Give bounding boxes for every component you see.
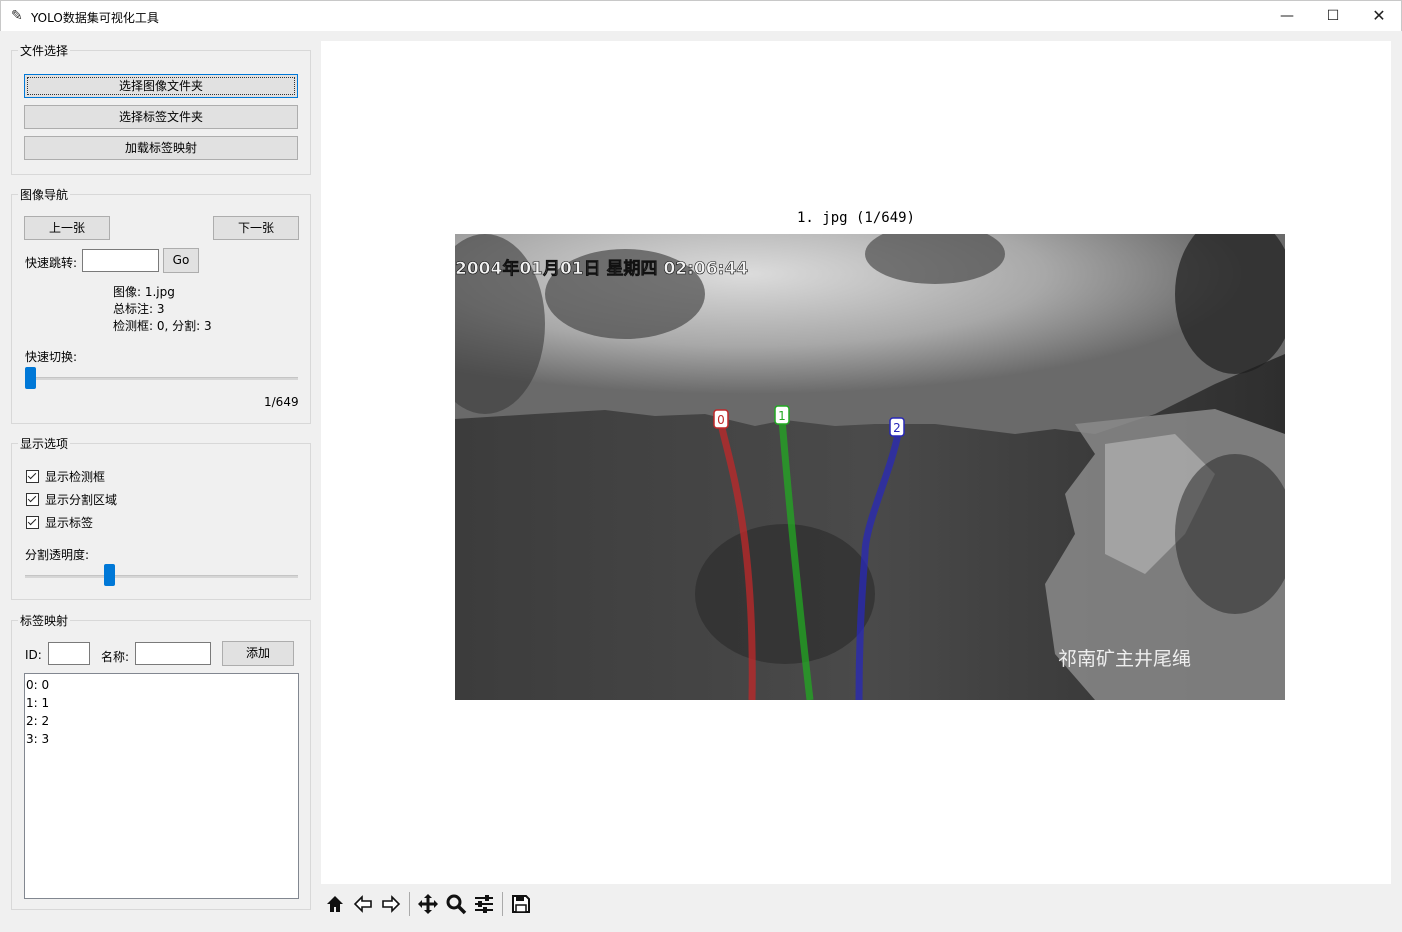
checkbox-box[interactable] [26,516,39,529]
image-slider-track[interactable] [25,377,298,380]
checkbox-label: 显示分割区域 [45,493,118,507]
dataset-image: 0 1 2 2004年01月01日 星期四 02:06:44 祁南矿主井尾绳 [455,234,1285,700]
plot-title: 1. jpg (1/649) [796,210,915,226]
show-boxes-checkbox[interactable]: 显示检测框 [26,468,105,485]
display-options-group: 显示选项 显示检测框 显示分割区域 显示标签 分割透明度: [11,435,311,600]
image-nav-group: 图像导航 上一张 下一张 快速跳转: Go 图像: 1.jpg 总标注: 3 检… [11,186,311,424]
pan-icon[interactable] [414,890,442,918]
select-label-folder-button[interactable]: 选择标签文件夹 [24,105,298,129]
checkbox-box[interactable] [26,470,39,483]
label-map-group: 标签映射 ID: 名称: 添加 0: 0 1: 1 2: 2 3: 3 [11,612,311,910]
list-item[interactable]: 3: 3 [26,730,298,748]
id-input[interactable] [48,642,90,665]
zoom-icon[interactable] [442,890,470,918]
id-label: ID: [25,648,42,662]
window-title: YOLO数据集可视化工具 [31,11,159,25]
mapping-listbox[interactable]: 0: 0 1: 1 2: 2 3: 3 [24,673,299,899]
name-label: 名称: [101,650,130,664]
info-image: 图像: 1.jpg [113,285,175,299]
maximize-button[interactable]: ☐ [1310,1,1356,31]
video-caption: 祁南矿主井尾绳 [1058,648,1191,670]
alpha-slider-thumb[interactable] [103,564,115,586]
add-mapping-button[interactable]: 添加 [222,641,294,666]
save-icon[interactable] [507,890,535,918]
show-segments-checkbox[interactable]: 显示分割区域 [26,491,117,508]
info-counts: 检测框: 0, 分割: 3 [113,319,212,333]
select-image-folder-button[interactable]: 选择图像文件夹 [24,74,298,98]
go-button[interactable]: Go [163,248,199,273]
checkbox-box[interactable] [26,493,39,506]
close-button[interactable]: ✕ [1356,1,1402,31]
group-title: 文件选择 [18,42,71,59]
forward-arrow-icon[interactable] [377,890,405,918]
load-label-map-button[interactable]: 加载标签映射 [24,136,298,160]
home-icon[interactable] [321,890,349,918]
jump-label: 快速跳转: [25,256,78,270]
list-item[interactable]: 2: 2 [26,712,298,730]
title-bar: ✎ YOLO数据集可视化工具 — ☐ ✕ [0,0,1402,31]
toolbar-separator [409,892,410,916]
configure-subplots-icon[interactable] [470,890,498,918]
back-arrow-icon[interactable] [349,890,377,918]
alpha-label: 分割透明度: [25,548,90,562]
image-slider-thumb[interactable] [25,367,36,389]
name-input[interactable] [135,642,211,665]
file-select-group: 文件选择 选择图像文件夹 选择标签文件夹 加载标签映射 [11,42,311,175]
show-labels-checkbox[interactable]: 显示标签 [26,514,93,531]
plot-toolbar [321,888,535,920]
checkbox-label: 显示检测框 [45,470,106,484]
alpha-slider-track[interactable] [25,575,298,578]
toolbar-separator [502,892,503,916]
quick-switch-label: 快速切换: [25,350,78,364]
image-counter: 1/649 [264,395,299,409]
plot-canvas[interactable]: 1. jpg (1/649) 0 1 2 2004年01月01日 星期四 02:… [321,41,1391,884]
prev-image-button[interactable]: 上一张 [24,216,110,240]
group-title: 图像导航 [18,186,71,203]
next-image-button[interactable]: 下一张 [213,216,299,240]
mine-shaft-photo: 0 1 2 2004年01月01日 星期四 02:06:44 祁南矿主井尾绳 [455,234,1285,700]
video-timestamp: 2004年01月01日 星期四 02:06:44 [455,258,748,279]
info-total: 总标注: 3 [113,302,165,316]
minimize-button[interactable]: — [1264,1,1310,31]
feather-icon: ✎ [11,8,23,24]
group-title: 标签映射 [18,612,71,629]
annotation-label-1: 1 [778,409,786,423]
group-title: 显示选项 [18,435,71,452]
list-item[interactable]: 1: 1 [26,694,298,712]
list-item[interactable]: 0: 0 [26,676,298,694]
annotation-label-2: 2 [893,421,901,435]
jump-input[interactable] [82,249,159,272]
checkbox-label: 显示标签 [45,516,94,530]
annotation-label-0: 0 [717,413,725,427]
